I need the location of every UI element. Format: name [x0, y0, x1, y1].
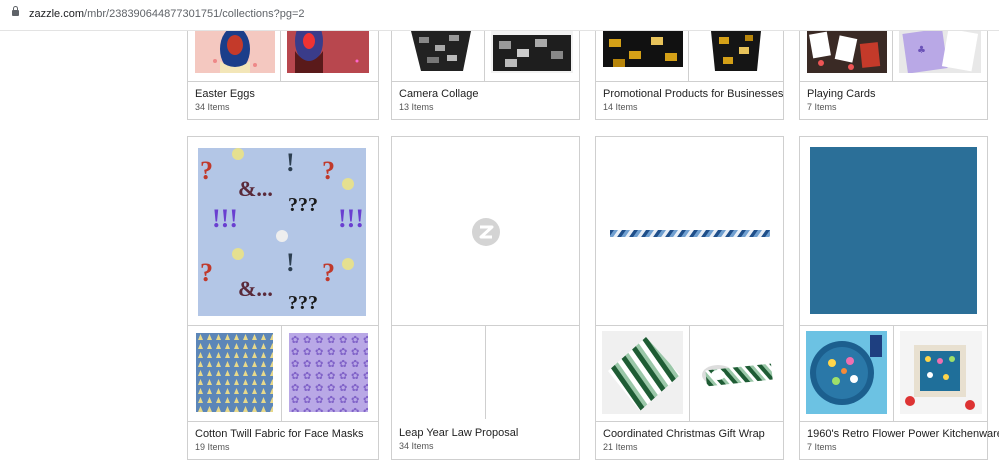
collection-count: 13 Items — [399, 102, 434, 112]
fabric-mark: &... — [238, 276, 273, 301]
thumbnail-easter-eggs-1 — [195, 31, 275, 73]
collection-card-playing-cards[interactable]: ♣ Playing Cards 7 Items — [799, 20, 988, 120]
fabric-mark: !!! — [212, 204, 238, 233]
thumbnail-fabric-main: ? ! ? &... ??? !!! !!! ? ! ? &... ??? — [198, 148, 366, 316]
address-bar-overlay[interactable]: zazzle.com/mbr/238390644877301751/collec… — [0, 0, 999, 31]
collection-count: 19 Items — [195, 442, 230, 452]
thumbnail-camera-2 — [491, 31, 573, 73]
collection-card-retro-flower-kitchenware[interactable]: 1960's Retro Flower Power Kitchenware 7 … — [799, 136, 999, 460]
fabric-mark: ! — [286, 148, 295, 177]
url-path: /mbr/238390644877301751/collections?pg=2 — [84, 8, 305, 20]
collection-title[interactable]: Promotional Products for Businesses — [603, 88, 783, 100]
thumbnail-fabric-3: ✿ — [289, 333, 368, 412]
thumbnail-teal-paper — [810, 147, 977, 314]
thumbnail-camera-1 — [399, 31, 479, 73]
collection-title[interactable]: Leap Year Law Proposal — [399, 427, 518, 439]
thumbnail-ribbon-main — [610, 227, 770, 237]
fabric-mark: !!! — [338, 204, 364, 233]
collection-card-leap-year[interactable] — [391, 136, 580, 421]
zazzle-logo-icon — [471, 217, 501, 247]
url-text[interactable]: zazzle.com/mbr/238390644877301751/collec… — [29, 8, 305, 20]
thumbnail-promo-1 — [603, 31, 683, 73]
fabric-mark: ? — [200, 156, 213, 185]
collection-count: 21 Items — [603, 442, 638, 452]
collection-card-promotional-products[interactable]: Promotional Products for Businesses 14 I… — [595, 20, 784, 120]
thumbnail-cards-1 — [807, 31, 887, 73]
thumbnail-giftwrap-2 — [696, 331, 778, 414]
collection-count: 14 Items — [603, 102, 638, 112]
fabric-mark: ? — [322, 156, 335, 185]
collection-title[interactable]: Playing Cards — [807, 88, 875, 100]
collection-card-easter-eggs[interactable]: Easter Eggs 34 Items — [187, 20, 379, 120]
lock-icon — [12, 6, 19, 16]
thumbnail-promo-2 — [695, 31, 777, 73]
collection-card-leap-year-footer[interactable]: Leap Year Law Proposal 34 Items — [391, 419, 580, 460]
fabric-mark: ! — [286, 248, 295, 277]
collection-title[interactable]: Cotton Twill Fabric for Face Masks — [195, 428, 364, 440]
svg-text:♣: ♣ — [917, 45, 926, 56]
thumbnail-fabric-2 — [196, 333, 273, 412]
collection-title[interactable]: Easter Eggs — [195, 88, 255, 100]
fabric-mark: &... — [238, 176, 273, 201]
thumbnail-giftwrap-1 — [602, 331, 683, 414]
collection-card-christmas-gift-wrap[interactable]: Coordinated Christmas Gift Wrap 21 Items — [595, 136, 784, 460]
fabric-mark: ??? — [288, 292, 318, 314]
collection-count: 34 Items — [399, 441, 434, 451]
url-domain: zazzle.com — [29, 8, 85, 20]
collection-title[interactable]: Camera Collage — [399, 88, 478, 100]
collection-title[interactable]: Coordinated Christmas Gift Wrap — [603, 428, 765, 440]
collection-title[interactable]: 1960's Retro Flower Power Kitchenware — [807, 428, 999, 440]
thumbnail-kitchenware-1 — [806, 331, 887, 414]
thumbnail-easter-eggs-2 — [287, 31, 369, 73]
collection-count: 34 Items — [195, 102, 230, 112]
collection-card-cotton-twill[interactable]: ? ! ? &... ??? !!! !!! ? ! ? &... ??? ✿ … — [187, 136, 379, 460]
fabric-mark: ? — [322, 258, 335, 287]
collection-card-camera-collage[interactable]: Camera Collage 13 Items — [391, 20, 580, 120]
fabric-mark: ? — [200, 258, 213, 287]
thumbnail-cards-2: ♣ — [899, 31, 981, 73]
thumbnail-kitchenware-2 — [900, 331, 982, 414]
collection-count: 7 Items — [807, 102, 837, 112]
fabric-mark: ??? — [288, 194, 318, 216]
collection-count: 7 Items — [807, 442, 837, 452]
